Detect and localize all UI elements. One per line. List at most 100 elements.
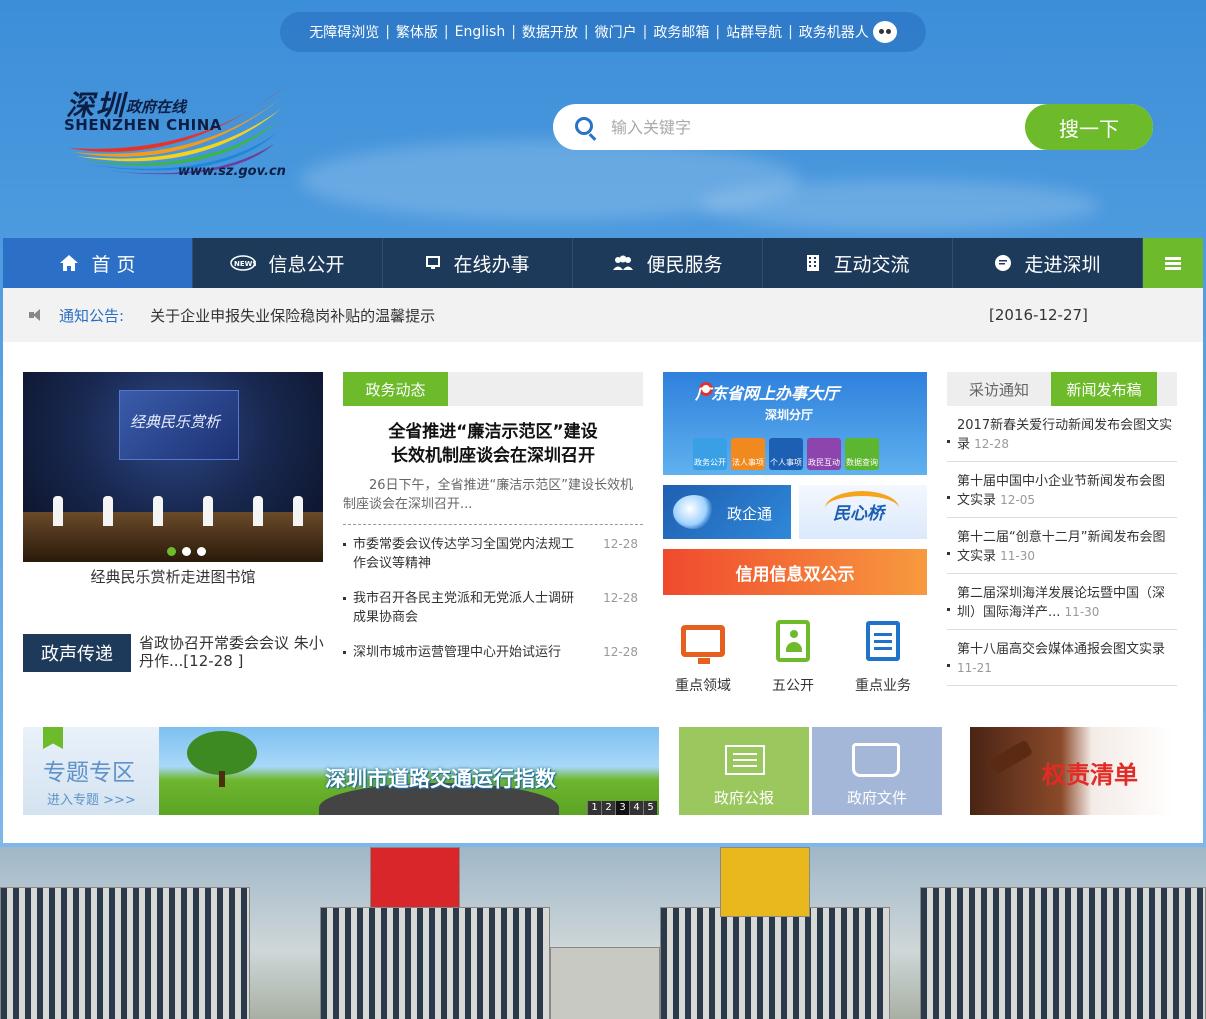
main-nav: 首 页 NEWS 信息公开 在线办事 便民服务 互动交流 走进深圳	[3, 238, 1203, 288]
featured-photo-carousel[interactable]: 经典民乐赏析	[23, 372, 323, 562]
site-navigation-link[interactable]: 站群导航	[726, 22, 782, 42]
service-icons: 重点领域 五公开 重点业务	[663, 619, 923, 695]
tab-interview-notice[interactable]: 采访通知	[947, 372, 1051, 406]
zhengsheng-link[interactable]: 省政协召开常委会会议 朱小丹作...[12-28 ]	[139, 634, 329, 670]
gd-badge[interactable]: 政务公开	[693, 438, 727, 470]
press-item-date: 11-30	[1064, 605, 1100, 619]
list-item[interactable]: 第二届深圳海洋发展论坛暨中国（深圳）国际海洋产... 11-30	[947, 574, 1177, 630]
logo-url: www.sz.gov.cn	[178, 164, 286, 179]
building-graphic	[720, 847, 810, 917]
pager-button[interactable]: 3	[615, 801, 629, 815]
guangdong-online-hall-banner[interactable]: 广东省网上办事大厅 深圳分厅 政务公开 法人事项 个人事项 政民互动 数据查询	[663, 372, 927, 475]
gd-subtitle: 深圳分厅	[765, 408, 814, 422]
nav-item-home[interactable]: 首 页	[3, 238, 193, 288]
gov-robot-link[interactable]: 政务机器人	[799, 22, 869, 42]
site-logo[interactable]: 深圳 政府在线 SHENZHEN CHINA www.sz.gov.cn	[58, 78, 298, 188]
list-item[interactable]: 深圳市城市运营管理中心开始试运行 12-28	[343, 643, 643, 662]
search-box: 搜一下	[553, 104, 1153, 150]
logo-cn-sub: 政府在线	[126, 98, 187, 116]
photo-caption[interactable]: 经典民乐赏析走进图书馆	[23, 566, 323, 587]
search-input[interactable]	[611, 112, 1011, 142]
tab-gov-news[interactable]: 政务动态	[343, 372, 448, 406]
micro-portal-link[interactable]: 微门户	[595, 22, 637, 42]
notice-bar: 通知公告: 关于企业申报失业保险稳岗补贴的温馨提示 [2016-12-27]	[3, 288, 1203, 342]
home-icon	[60, 255, 79, 271]
tab-press-release[interactable]: 新闻发布稿	[1051, 372, 1157, 406]
gd-badge[interactable]: 法人事项	[731, 438, 765, 470]
press-list: 2017新春关爱行动新闻发布会图文实录 12-28 第十届中国中小企业节新闻发布…	[947, 406, 1177, 686]
nav-item-label: 在线办事	[453, 253, 530, 276]
separator: |	[583, 24, 589, 40]
key-areas-button[interactable]: 重点领域	[663, 619, 743, 695]
power-list-banner[interactable]: 权责清单	[970, 727, 1173, 815]
robot-icon[interactable]	[872, 21, 897, 43]
list-item[interactable]: 第十二届“创意十二月”新闻发布会图文实录 11-30	[947, 518, 1177, 574]
news-list: 市委常委会议传达学习全国党内法规工作会议等精神 12-28 我市召开各民主党派和无…	[343, 535, 643, 662]
nav-item-about-shenzhen[interactable]: 走进深圳	[953, 238, 1143, 288]
road-traffic-title: 深圳市道路交通运行指数	[325, 767, 556, 791]
gd-badge[interactable]: 个人事项	[769, 438, 803, 470]
notice-label: 通知公告:	[59, 306, 125, 325]
road-traffic-index-banner[interactable]: 深圳市道路交通运行指数 1 2 3 4 5	[159, 727, 659, 815]
gd-badge[interactable]: 政民互动	[807, 438, 841, 470]
minxinqiao-banner[interactable]: 民心桥	[799, 485, 927, 539]
gd-title: 广东省网上办事大厅	[695, 384, 840, 403]
zhengqitong-banner[interactable]: 政企通	[663, 485, 791, 539]
gov-gazette-label: 政府公报	[713, 789, 774, 807]
search-icon	[575, 117, 593, 135]
carousel-dot[interactable]	[167, 547, 176, 556]
news-headline-line: 长效机制座谈会在深圳召开	[391, 446, 595, 466]
zhengsheng-tag[interactable]: 政声传递	[23, 634, 131, 672]
special-topics-banner[interactable]: 专题专区 进入专题 >>>	[23, 727, 159, 815]
gov-documents-button[interactable]: 政府文件	[812, 727, 942, 815]
news-item-date: 12-28	[603, 645, 638, 659]
key-business-button[interactable]: 重点业务	[843, 619, 923, 695]
carousel-dot[interactable]	[197, 547, 206, 556]
contact-book-icon	[776, 620, 810, 662]
gd-badge[interactable]: 数据查询	[845, 438, 879, 470]
nav-item-label: 走进深圳	[1024, 253, 1101, 276]
list-item[interactable]: 第十八届高交会媒体通报会图文实录 11-21	[947, 630, 1177, 686]
list-item[interactable]: 市委常委会议传达学习全国党内法规工作会议等精神 12-28	[343, 535, 643, 573]
separator: |	[788, 24, 793, 40]
sky-cloud	[700, 180, 1100, 230]
bookmark-flag-icon	[43, 727, 63, 749]
nav-item-online-service[interactable]: 在线办事	[383, 238, 573, 288]
open-data-link[interactable]: 数据开放	[522, 22, 578, 42]
gov-mail-link[interactable]: 政务邮箱	[653, 22, 709, 42]
separator: |	[385, 24, 390, 40]
news-summary: 26日下午，全省推进“廉洁示范区”建设长效机制座谈会在深圳召开...	[343, 476, 643, 525]
five-disclosures-label: 五公开	[772, 678, 814, 694]
nav-item-public-service[interactable]: 便民服务	[573, 238, 763, 288]
list-item[interactable]: 我市召开各民主党派和无党派人士调研成果协商会 12-28	[343, 589, 643, 627]
performer	[53, 496, 63, 526]
press-item-title: 第十届中国中小企业节新闻发布会图文实录	[957, 474, 1166, 508]
hamburger-menu-button[interactable]	[1143, 238, 1203, 288]
building-graphic	[320, 907, 550, 1019]
pager-button[interactable]: 5	[643, 801, 657, 815]
search-button[interactable]: 搜一下	[1025, 104, 1153, 150]
news-tabbar: 政务动态	[343, 372, 643, 406]
english-link[interactable]: English	[455, 24, 506, 40]
list-item[interactable]: 2017新春关爱行动新闻发布会图文实录 12-28	[947, 406, 1177, 462]
five-disclosures-button[interactable]: 五公开	[753, 619, 833, 695]
notice-link[interactable]: 关于企业申报失业保险稳岗补贴的温馨提示	[150, 305, 435, 326]
nav-item-interaction[interactable]: 互动交流	[763, 238, 953, 288]
performer	[293, 496, 303, 526]
carousel-dot[interactable]	[182, 547, 191, 556]
pager-button[interactable]: 2	[601, 801, 615, 815]
nav-item-info-disclosure[interactable]: NEWS 信息公开	[193, 238, 383, 288]
credit-info-banner[interactable]: 信用信息双公示	[663, 549, 927, 595]
list-item[interactable]: 第十届中国中小企业节新闻发布会图文实录 12-05	[947, 462, 1177, 518]
pager-button[interactable]: 4	[629, 801, 643, 815]
accessible-browse-link[interactable]: 无障碍浏览	[309, 22, 379, 42]
news-headline[interactable]: 全省推进“廉洁示范区”建设 长效机制座谈会在深圳召开	[343, 420, 643, 468]
news-item-date: 12-28	[603, 591, 638, 605]
pager-button[interactable]: 1	[587, 801, 601, 815]
gov-gazette-button[interactable]: 政府公报	[679, 727, 809, 815]
press-item-date: 12-05	[1000, 493, 1036, 507]
traditional-chinese-link[interactable]: 繁体版	[396, 22, 438, 42]
tree-graphic	[187, 731, 257, 775]
key-areas-label: 重点领域	[675, 678, 731, 694]
nav-item-label: 互动交流	[833, 253, 910, 276]
